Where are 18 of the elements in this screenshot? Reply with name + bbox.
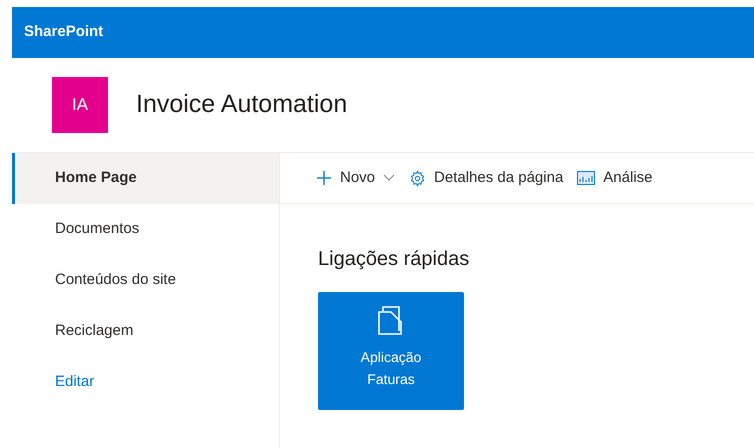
nav-item[interactable]: Reciclagem — [12, 306, 279, 357]
new-command[interactable]: Novo — [316, 166, 396, 190]
nav-item[interactable]: Conteúdos do site — [12, 255, 279, 306]
app-title[interactable]: SharePoint — [24, 21, 104, 44]
edit-link[interactable]: Editar — [12, 357, 279, 408]
folder-icon — [377, 306, 405, 336]
nav-item[interactable]: Documentos — [12, 204, 279, 255]
site-logo: IA — [52, 77, 108, 133]
details-command[interactable]: Detalhes da página — [409, 166, 564, 190]
gear-icon — [409, 170, 426, 186]
chart-icon — [577, 171, 596, 185]
chevron-down-icon — [383, 174, 396, 182]
site-title: Invoice Automation — [136, 89, 348, 120]
quick-link-tile[interactable]: Aplicação Faturas — [318, 292, 464, 410]
section-title: Ligações rápidas — [318, 247, 470, 272]
plus-icon — [316, 170, 332, 186]
nav-item[interactable]: Home Page — [12, 153, 279, 204]
analytics-command[interactable]: Análise — [577, 166, 652, 190]
